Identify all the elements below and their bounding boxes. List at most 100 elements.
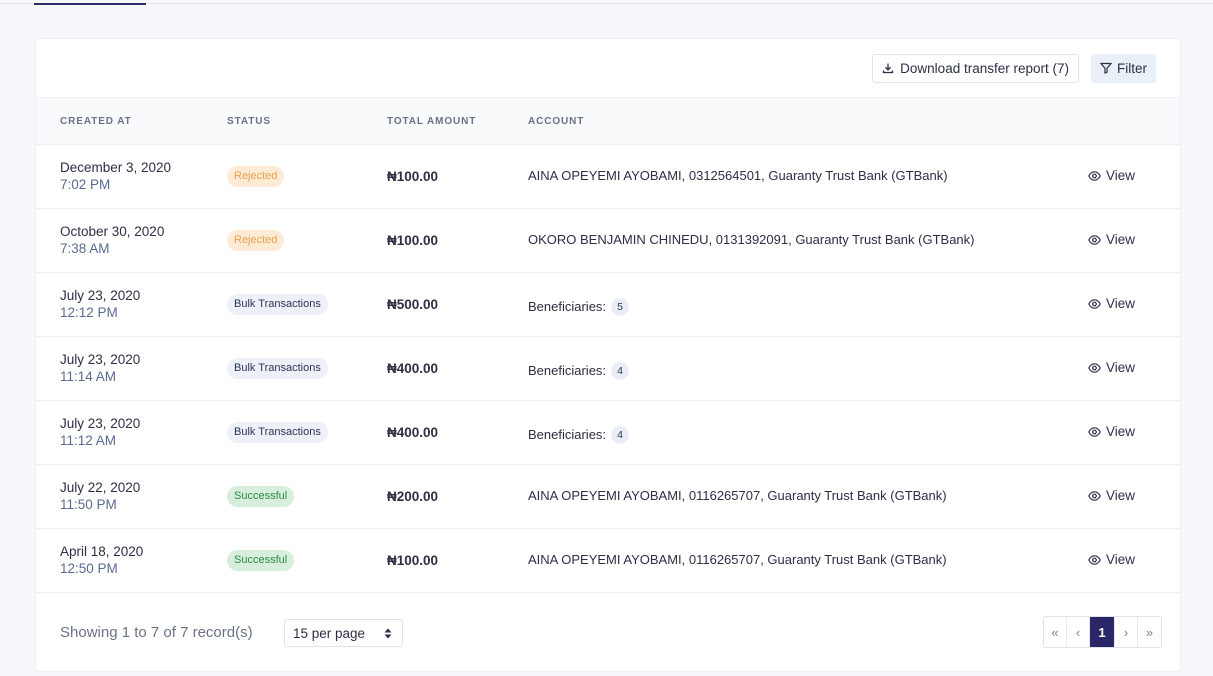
download-report-button[interactable]: Download transfer report (7) [872,53,1079,83]
status-cell: Rejected [227,230,285,251]
row-time: 7:38 AM [60,241,110,256]
view-button[interactable]: View [1088,232,1135,247]
amount-cell: ₦100.00 [387,233,439,248]
view-button[interactable]: View [1088,296,1135,311]
table-row[interactable]: July 23, 2020 12:12 PM Bulk Transactions… [36,273,1180,337]
amount-cell: ₦100.00 [387,553,439,568]
row-time: 11:14 AM [60,369,117,384]
amount-cell: ₦400.00 [387,425,439,440]
column-created-at[interactable]: CREATED AT [60,116,132,127]
download-report-label: Download transfer report (7) [900,60,1069,76]
download-icon [882,62,894,74]
view-button[interactable]: View [1088,168,1135,183]
eye-icon [1088,362,1101,373]
toolbar: Download transfer report (7) Filter [36,39,1180,98]
sort-arrows-icon [384,628,392,639]
column-account[interactable]: ACCOUNT [528,116,584,127]
row-time: 12:50 PM [60,561,118,576]
row-date: October 30, 2020 [60,224,165,239]
row-time: 12:12 PM [60,305,118,320]
view-button[interactable]: View [1088,424,1135,439]
amount-cell: ₦400.00 [387,361,439,376]
status-badge: Rejected [227,166,285,187]
eye-icon [1088,170,1101,181]
row-date: July 23, 2020 [60,352,141,367]
per-page-select[interactable]: 15 per page [284,619,403,647]
created-at-cell: October 30, 2020 7:38 AM [60,223,164,257]
account-cell: OKORO BENJAMIN CHINEDU, 0131392091, Guar… [528,232,975,247]
filter-button[interactable]: Filter [1091,53,1156,83]
status-cell: Bulk Transactions [227,422,328,443]
row-date: April 18, 2020 [60,544,144,559]
created-at-cell: July 22, 2020 11:50 PM [60,479,140,513]
amount-cell: ₦100.00 [387,169,439,184]
amount-cell: ₦500.00 [387,297,439,312]
view-label: View [1106,232,1136,247]
eye-icon [1088,426,1101,437]
account-cell: AINA OPEYEMI AYOBAMI, 0312564501, Guaran… [528,168,948,183]
created-at-cell: December 3, 2020 7:02 PM [60,159,171,193]
row-date: July 23, 2020 [60,288,141,303]
eye-icon [1088,554,1101,565]
view-button[interactable]: View [1088,552,1135,567]
current-page-button[interactable]: 1 [1090,617,1115,647]
table-row[interactable]: July 22, 2020 11:50 PM Successful ₦200.0… [36,465,1180,529]
beneficiaries-count-badge: 5 [611,298,630,316]
beneficiaries-label: Beneficiaries: [528,362,607,378]
account-cell: Beneficiaries: 5 [528,296,630,316]
column-status[interactable]: STATUS [227,116,271,127]
prev-page-button[interactable]: ‹ [1067,617,1090,647]
account-text: AINA OPEYEMI AYOBAMI, 0312564501, Guaran… [528,168,948,183]
created-at-cell: April 18, 2020 12:50 PM [60,543,143,577]
status-cell: Bulk Transactions [227,294,328,315]
eye-icon [1088,234,1101,245]
eye-icon [1088,298,1101,309]
status-cell: Successful [227,486,295,507]
table-row[interactable]: July 23, 2020 11:12 AM Bulk Transactions… [36,401,1180,465]
account-text: OKORO BENJAMIN CHINEDU, 0131392091, Guar… [528,232,975,247]
row-time: 11:12 AM [60,433,117,448]
first-page-button[interactable]: « [1044,617,1067,647]
table-row[interactable]: December 3, 2020 7:02 PM Rejected ₦100.0… [36,145,1180,209]
account-text: AINA OPEYEMI AYOBAMI, 0116265707, Guaran… [528,552,947,567]
next-page-button[interactable]: › [1115,617,1138,647]
status-cell: Bulk Transactions [227,358,328,379]
account-cell: AINA OPEYEMI AYOBAMI, 0116265707, Guaran… [528,552,947,567]
active-tab-indicator [34,3,146,5]
per-page-value: 15 per page [293,625,366,641]
table-row[interactable]: October 30, 2020 7:38 AM Rejected ₦100.0… [36,209,1180,273]
row-date: July 23, 2020 [60,416,141,431]
view-label: View [1106,168,1136,183]
table-footer: Showing 1 to 7 of 7 record(s) 15 per pag… [36,592,1180,672]
status-badge: Successful [227,486,295,507]
account-text: AINA OPEYEMI AYOBAMI, 0116265707, Guaran… [528,488,947,503]
status-badge: Bulk Transactions [227,358,328,379]
table-row[interactable]: April 18, 2020 12:50 PM Successful ₦100.… [36,529,1180,593]
beneficiaries-count-badge: 4 [611,426,630,444]
status-badge: Bulk Transactions [227,294,328,315]
view-label: View [1106,360,1136,375]
status-cell: Rejected [227,166,285,187]
table-row[interactable]: July 23, 2020 11:14 AM Bulk Transactions… [36,337,1180,401]
row-date: July 22, 2020 [60,480,141,495]
beneficiaries-count-badge: 4 [611,362,630,380]
filter-icon [1100,62,1112,74]
column-total-amount[interactable]: TOTAL AMOUNT [387,116,476,127]
view-button[interactable]: View [1088,360,1135,375]
top-divider [0,3,1213,4]
beneficiaries-label: Beneficiaries: [528,426,607,442]
eye-icon [1088,490,1101,501]
table-header: CREATED AT STATUS TOTAL AMOUNT ACCOUNT [36,98,1180,145]
beneficiaries-label: Beneficiaries: [528,298,607,314]
pagination: « ‹ 1 › » [1043,616,1162,648]
table-body: December 3, 2020 7:02 PM Rejected ₦100.0… [36,145,1180,593]
status-cell: Successful [227,550,295,571]
created-at-cell: July 23, 2020 12:12 PM [60,287,140,321]
amount-cell: ₦200.00 [387,489,439,504]
view-button[interactable]: View [1088,488,1135,503]
last-page-button[interactable]: » [1138,617,1161,647]
account-cell: AINA OPEYEMI AYOBAMI, 0116265707, Guaran… [528,488,947,503]
row-time: 11:50 PM [60,497,117,512]
created-at-cell: July 23, 2020 11:12 AM [60,415,140,449]
filter-label: Filter [1117,60,1147,76]
